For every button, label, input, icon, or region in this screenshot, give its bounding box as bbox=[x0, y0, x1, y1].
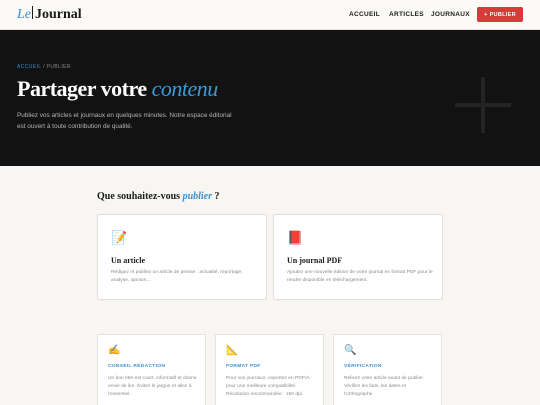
tip-description: Relisez votre article avant de publier. … bbox=[344, 376, 424, 397]
logo-le: Le bbox=[17, 7, 31, 22]
tip-card-pdf-format: 📐 FORMAT PDF Pour vos journaux, exportez… bbox=[215, 334, 324, 405]
site-header: Le Journal ACCUEIL ARTICLES JOURNAUX + PU… bbox=[0, 0, 540, 30]
logo-divider bbox=[32, 6, 33, 19]
nav-articles-link[interactable]: ARTICLES bbox=[389, 11, 424, 18]
tip-label: CONSEIL RÉDACTION bbox=[108, 364, 166, 369]
card-description: Ajoutez une nouvelle édition de votre jo… bbox=[287, 270, 433, 283]
breadcrumb-separator: / bbox=[43, 64, 45, 70]
tip-label: VÉRIFICATION bbox=[344, 364, 382, 369]
tip-description: Un bon titre est court, informatif et do… bbox=[108, 376, 197, 397]
publish-button-label: PUBLIER bbox=[489, 11, 516, 18]
triangular-ruler-icon: 📐 bbox=[226, 345, 239, 356]
section-title: Que souhaitez-vous publier ? bbox=[97, 191, 220, 202]
magnifier-icon: 🔍 bbox=[344, 345, 357, 356]
hero-banner: ACCUEIL / PUBLIER Partager votre contenu… bbox=[0, 30, 540, 166]
card-title: Un article bbox=[111, 256, 145, 265]
writing-hand-icon: ✍️ bbox=[108, 345, 121, 356]
logo-name: Journal bbox=[35, 7, 82, 22]
publish-button[interactable]: + PUBLIER bbox=[477, 7, 523, 22]
tip-label: FORMAT PDF bbox=[226, 364, 261, 369]
publish-article-card[interactable]: 📝 Un article Rédigez et publiez un artic… bbox=[97, 214, 267, 300]
card-description: Rédigez et publiez un article de presse … bbox=[111, 270, 243, 283]
red-book-icon: 📕 bbox=[287, 230, 304, 245]
page-title-emphasis: contenu bbox=[151, 76, 219, 101]
card-title: Un journal PDF bbox=[287, 256, 343, 265]
plus-icon: + bbox=[484, 11, 488, 18]
tip-description: Pour vos journaux, exportez en PDF/A pou… bbox=[226, 376, 310, 397]
section-title-after: ? bbox=[212, 191, 220, 202]
publish-journal-pdf-card[interactable]: 📕 Un journal PDF Ajoutez une nouvelle éd… bbox=[273, 214, 443, 300]
tip-card-writing: ✍️ CONSEIL RÉDACTION Un bon titre est co… bbox=[97, 334, 206, 405]
site-logo[interactable]: Le Journal bbox=[17, 6, 82, 24]
tip-card-verification: 🔍 VÉRIFICATION Relisez votre article ava… bbox=[333, 334, 442, 405]
nav-accueil-link[interactable]: ACCUEIL bbox=[349, 11, 380, 18]
decorative-plus-icon bbox=[455, 77, 511, 133]
section-title-emphasis: publier bbox=[182, 191, 213, 202]
page-title-main: Partager votre bbox=[17, 76, 147, 101]
breadcrumb-current: PUBLIER bbox=[46, 64, 71, 70]
memo-icon: 📝 bbox=[111, 230, 128, 245]
nav-journaux-link[interactable]: JOURNAUX bbox=[431, 11, 470, 18]
breadcrumb-home-link[interactable]: ACCUEIL bbox=[17, 64, 41, 70]
section-title-before: Que souhaitez-vous bbox=[97, 191, 181, 202]
hero-subtitle: Publiez vos articles et journaux en quel… bbox=[17, 112, 232, 130]
page-title: Partager votre contenu bbox=[17, 76, 218, 102]
breadcrumb: ACCUEIL / PUBLIER bbox=[17, 64, 71, 70]
